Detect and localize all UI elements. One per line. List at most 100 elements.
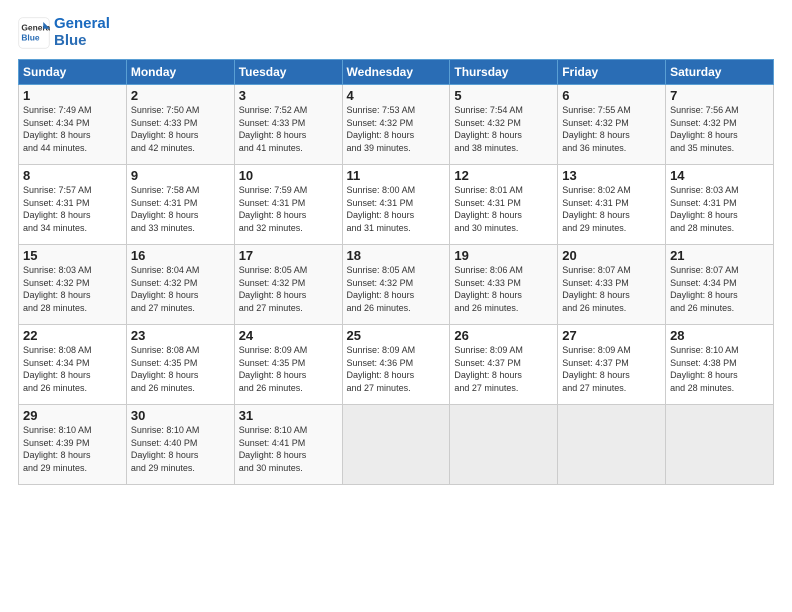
calendar-cell: 23Sunrise: 8:08 AM Sunset: 4:35 PM Dayli… <box>126 325 234 405</box>
day-info: Sunrise: 7:52 AM Sunset: 4:33 PM Dayligh… <box>239 104 338 154</box>
day-number: 19 <box>454 248 553 263</box>
calendar-cell: 27Sunrise: 8:09 AM Sunset: 4:37 PM Dayli… <box>558 325 666 405</box>
day-info: Sunrise: 7:54 AM Sunset: 4:32 PM Dayligh… <box>454 104 553 154</box>
day-number: 23 <box>131 328 230 343</box>
calendar-cell: 15Sunrise: 8:03 AM Sunset: 4:32 PM Dayli… <box>19 245 127 325</box>
day-info: Sunrise: 8:10 AM Sunset: 4:41 PM Dayligh… <box>239 424 338 474</box>
calendar-cell: 14Sunrise: 8:03 AM Sunset: 4:31 PM Dayli… <box>666 165 774 245</box>
calendar-cell: 28Sunrise: 8:10 AM Sunset: 4:38 PM Dayli… <box>666 325 774 405</box>
header-sunday: Sunday <box>19 60 127 85</box>
calendar-cell: 9Sunrise: 7:58 AM Sunset: 4:31 PM Daylig… <box>126 165 234 245</box>
header-wednesday: Wednesday <box>342 60 450 85</box>
day-number: 12 <box>454 168 553 183</box>
calendar-cell: 20Sunrise: 8:07 AM Sunset: 4:33 PM Dayli… <box>558 245 666 325</box>
calendar-cell: 19Sunrise: 8:06 AM Sunset: 4:33 PM Dayli… <box>450 245 558 325</box>
calendar-cell: 16Sunrise: 8:04 AM Sunset: 4:32 PM Dayli… <box>126 245 234 325</box>
svg-text:Blue: Blue <box>21 32 40 42</box>
calendar-cell: 10Sunrise: 7:59 AM Sunset: 4:31 PM Dayli… <box>234 165 342 245</box>
day-number: 13 <box>562 168 661 183</box>
calendar-header-row: SundayMondayTuesdayWednesdayThursdayFrid… <box>19 60 774 85</box>
calendar-cell: 21Sunrise: 8:07 AM Sunset: 4:34 PM Dayli… <box>666 245 774 325</box>
calendar-cell: 24Sunrise: 8:09 AM Sunset: 4:35 PM Dayli… <box>234 325 342 405</box>
day-number: 21 <box>670 248 769 263</box>
day-info: Sunrise: 8:05 AM Sunset: 4:32 PM Dayligh… <box>239 264 338 314</box>
day-info: Sunrise: 8:00 AM Sunset: 4:31 PM Dayligh… <box>347 184 446 234</box>
day-info: Sunrise: 8:03 AM Sunset: 4:32 PM Dayligh… <box>23 264 122 314</box>
day-number: 27 <box>562 328 661 343</box>
calendar-table: SundayMondayTuesdayWednesdayThursdayFrid… <box>18 59 774 485</box>
day-info: Sunrise: 8:09 AM Sunset: 4:36 PM Dayligh… <box>347 344 446 394</box>
day-number: 11 <box>347 168 446 183</box>
calendar-cell: 8Sunrise: 7:57 AM Sunset: 4:31 PM Daylig… <box>19 165 127 245</box>
day-number: 30 <box>131 408 230 423</box>
header-monday: Monday <box>126 60 234 85</box>
day-info: Sunrise: 8:10 AM Sunset: 4:39 PM Dayligh… <box>23 424 122 474</box>
day-info: Sunrise: 8:05 AM Sunset: 4:32 PM Dayligh… <box>347 264 446 314</box>
day-number: 31 <box>239 408 338 423</box>
day-number: 10 <box>239 168 338 183</box>
day-info: Sunrise: 7:57 AM Sunset: 4:31 PM Dayligh… <box>23 184 122 234</box>
day-info: Sunrise: 8:02 AM Sunset: 4:31 PM Dayligh… <box>562 184 661 234</box>
day-info: Sunrise: 8:09 AM Sunset: 4:35 PM Dayligh… <box>239 344 338 394</box>
logo-text: GeneralBlue <box>54 16 110 49</box>
header-thursday: Thursday <box>450 60 558 85</box>
day-number: 1 <box>23 88 122 103</box>
day-number: 9 <box>131 168 230 183</box>
logo: General Blue GeneralBlue <box>18 16 110 49</box>
day-number: 25 <box>347 328 446 343</box>
day-number: 14 <box>670 168 769 183</box>
day-info: Sunrise: 7:53 AM Sunset: 4:32 PM Dayligh… <box>347 104 446 154</box>
logo-icon: General Blue <box>18 17 50 49</box>
calendar-cell: 5Sunrise: 7:54 AM Sunset: 4:32 PM Daylig… <box>450 85 558 165</box>
calendar-week-4: 22Sunrise: 8:08 AM Sunset: 4:34 PM Dayli… <box>19 325 774 405</box>
day-info: Sunrise: 7:58 AM Sunset: 4:31 PM Dayligh… <box>131 184 230 234</box>
calendar-cell: 22Sunrise: 8:08 AM Sunset: 4:34 PM Dayli… <box>19 325 127 405</box>
calendar-cell: 25Sunrise: 8:09 AM Sunset: 4:36 PM Dayli… <box>342 325 450 405</box>
day-info: Sunrise: 8:03 AM Sunset: 4:31 PM Dayligh… <box>670 184 769 234</box>
calendar-cell: 3Sunrise: 7:52 AM Sunset: 4:33 PM Daylig… <box>234 85 342 165</box>
day-info: Sunrise: 8:08 AM Sunset: 4:34 PM Dayligh… <box>23 344 122 394</box>
day-number: 18 <box>347 248 446 263</box>
day-info: Sunrise: 8:09 AM Sunset: 4:37 PM Dayligh… <box>562 344 661 394</box>
day-number: 22 <box>23 328 122 343</box>
day-number: 6 <box>562 88 661 103</box>
header-saturday: Saturday <box>666 60 774 85</box>
day-number: 28 <box>670 328 769 343</box>
day-info: Sunrise: 8:07 AM Sunset: 4:33 PM Dayligh… <box>562 264 661 314</box>
day-number: 15 <box>23 248 122 263</box>
calendar-cell: 31Sunrise: 8:10 AM Sunset: 4:41 PM Dayli… <box>234 405 342 485</box>
header-friday: Friday <box>558 60 666 85</box>
day-number: 26 <box>454 328 553 343</box>
day-info: Sunrise: 7:59 AM Sunset: 4:31 PM Dayligh… <box>239 184 338 234</box>
calendar-cell: 11Sunrise: 8:00 AM Sunset: 4:31 PM Dayli… <box>342 165 450 245</box>
day-info: Sunrise: 8:09 AM Sunset: 4:37 PM Dayligh… <box>454 344 553 394</box>
page-header: General Blue GeneralBlue <box>18 16 774 49</box>
calendar-week-1: 1Sunrise: 7:49 AM Sunset: 4:34 PM Daylig… <box>19 85 774 165</box>
day-info: Sunrise: 7:50 AM Sunset: 4:33 PM Dayligh… <box>131 104 230 154</box>
day-number: 2 <box>131 88 230 103</box>
day-info: Sunrise: 8:08 AM Sunset: 4:35 PM Dayligh… <box>131 344 230 394</box>
day-info: Sunrise: 8:10 AM Sunset: 4:40 PM Dayligh… <box>131 424 230 474</box>
calendar-cell: 13Sunrise: 8:02 AM Sunset: 4:31 PM Dayli… <box>558 165 666 245</box>
day-number: 3 <box>239 88 338 103</box>
calendar-cell: 17Sunrise: 8:05 AM Sunset: 4:32 PM Dayli… <box>234 245 342 325</box>
calendar-cell <box>558 405 666 485</box>
day-info: Sunrise: 8:10 AM Sunset: 4:38 PM Dayligh… <box>670 344 769 394</box>
calendar-cell: 7Sunrise: 7:56 AM Sunset: 4:32 PM Daylig… <box>666 85 774 165</box>
day-number: 4 <box>347 88 446 103</box>
calendar-cell <box>666 405 774 485</box>
calendar-cell: 6Sunrise: 7:55 AM Sunset: 4:32 PM Daylig… <box>558 85 666 165</box>
header-tuesday: Tuesday <box>234 60 342 85</box>
calendar-cell: 12Sunrise: 8:01 AM Sunset: 4:31 PM Dayli… <box>450 165 558 245</box>
day-number: 7 <box>670 88 769 103</box>
day-info: Sunrise: 8:01 AM Sunset: 4:31 PM Dayligh… <box>454 184 553 234</box>
calendar-week-3: 15Sunrise: 8:03 AM Sunset: 4:32 PM Dayli… <box>19 245 774 325</box>
day-number: 16 <box>131 248 230 263</box>
day-number: 29 <box>23 408 122 423</box>
day-number: 20 <box>562 248 661 263</box>
day-info: Sunrise: 8:07 AM Sunset: 4:34 PM Dayligh… <box>670 264 769 314</box>
day-info: Sunrise: 7:56 AM Sunset: 4:32 PM Dayligh… <box>670 104 769 154</box>
calendar-cell: 29Sunrise: 8:10 AM Sunset: 4:39 PM Dayli… <box>19 405 127 485</box>
day-number: 17 <box>239 248 338 263</box>
calendar-week-2: 8Sunrise: 7:57 AM Sunset: 4:31 PM Daylig… <box>19 165 774 245</box>
